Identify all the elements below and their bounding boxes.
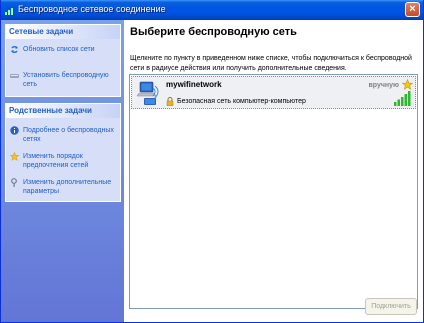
- preferred-star-icon: [402, 79, 413, 90]
- wireless-computer-icon: [136, 81, 159, 105]
- signal-strength-icon: [394, 91, 411, 106]
- change-advanced-settings-label: Изменить дополнительные параметры: [23, 179, 112, 195]
- network-list[interactable]: mywifinetwork вручную Безопасная сеть ко…: [129, 74, 418, 309]
- change-preferred-order-label: Изменить порядок предпочтения сетей: [23, 153, 89, 169]
- related-tasks-panel: Родственные задачи Подробнее о беспровод…: [5, 103, 121, 202]
- network-security-type: Безопасная сеть компьютер-компьютер: [177, 98, 306, 105]
- refresh-icon: [11, 46, 18, 53]
- info-icon: [10, 126, 19, 135]
- lock-icon: [166, 97, 174, 106]
- page-title: Выберите беспроводную сеть: [130, 26, 297, 38]
- network-name: mywifinetwork: [166, 80, 222, 89]
- title-bar[interactable]: Беспроводное сетевое соединение ×: [1, 0, 423, 20]
- close-button[interactable]: ×: [405, 2, 420, 17]
- wireless-connection-window: Беспроводное сетевое соединение × Сетевы…: [0, 0, 424, 323]
- star-icon: [10, 152, 19, 161]
- setup-network-icon: [10, 74, 19, 78]
- window-title: Беспроводное сетевое соединение: [18, 4, 166, 14]
- learn-about-wireless-label: Подробнее о беспроводных сетях: [23, 127, 114, 143]
- main-content: Выберите беспроводную сеть Щелкните по п…: [124, 20, 423, 322]
- close-icon: ×: [409, 3, 416, 15]
- wireless-network-icon: [5, 8, 13, 15]
- setup-wireless-network-label: Установить беспроводную сеть: [23, 72, 109, 88]
- refresh-network-list-label: Обновить список сети: [23, 46, 95, 53]
- instructions-text: Щелкните по пункту в приведенном ниже сп…: [130, 55, 412, 72]
- connect-button[interactable]: Подключить: [365, 298, 417, 315]
- network-list-item[interactable]: mywifinetwork вручную Безопасная сеть ко…: [131, 76, 416, 109]
- network-tasks-panel: Сетевые задачи Обновить список сети Уста…: [5, 24, 121, 97]
- settings-icon: [11, 178, 17, 187]
- network-connection-mode: вручную: [368, 82, 399, 89]
- task-sidebar: Сетевые задачи Обновить список сети Уста…: [1, 20, 124, 322]
- network-tasks-header: Сетевые задачи: [6, 25, 120, 39]
- related-tasks-header: Родственные задачи: [6, 104, 120, 118]
